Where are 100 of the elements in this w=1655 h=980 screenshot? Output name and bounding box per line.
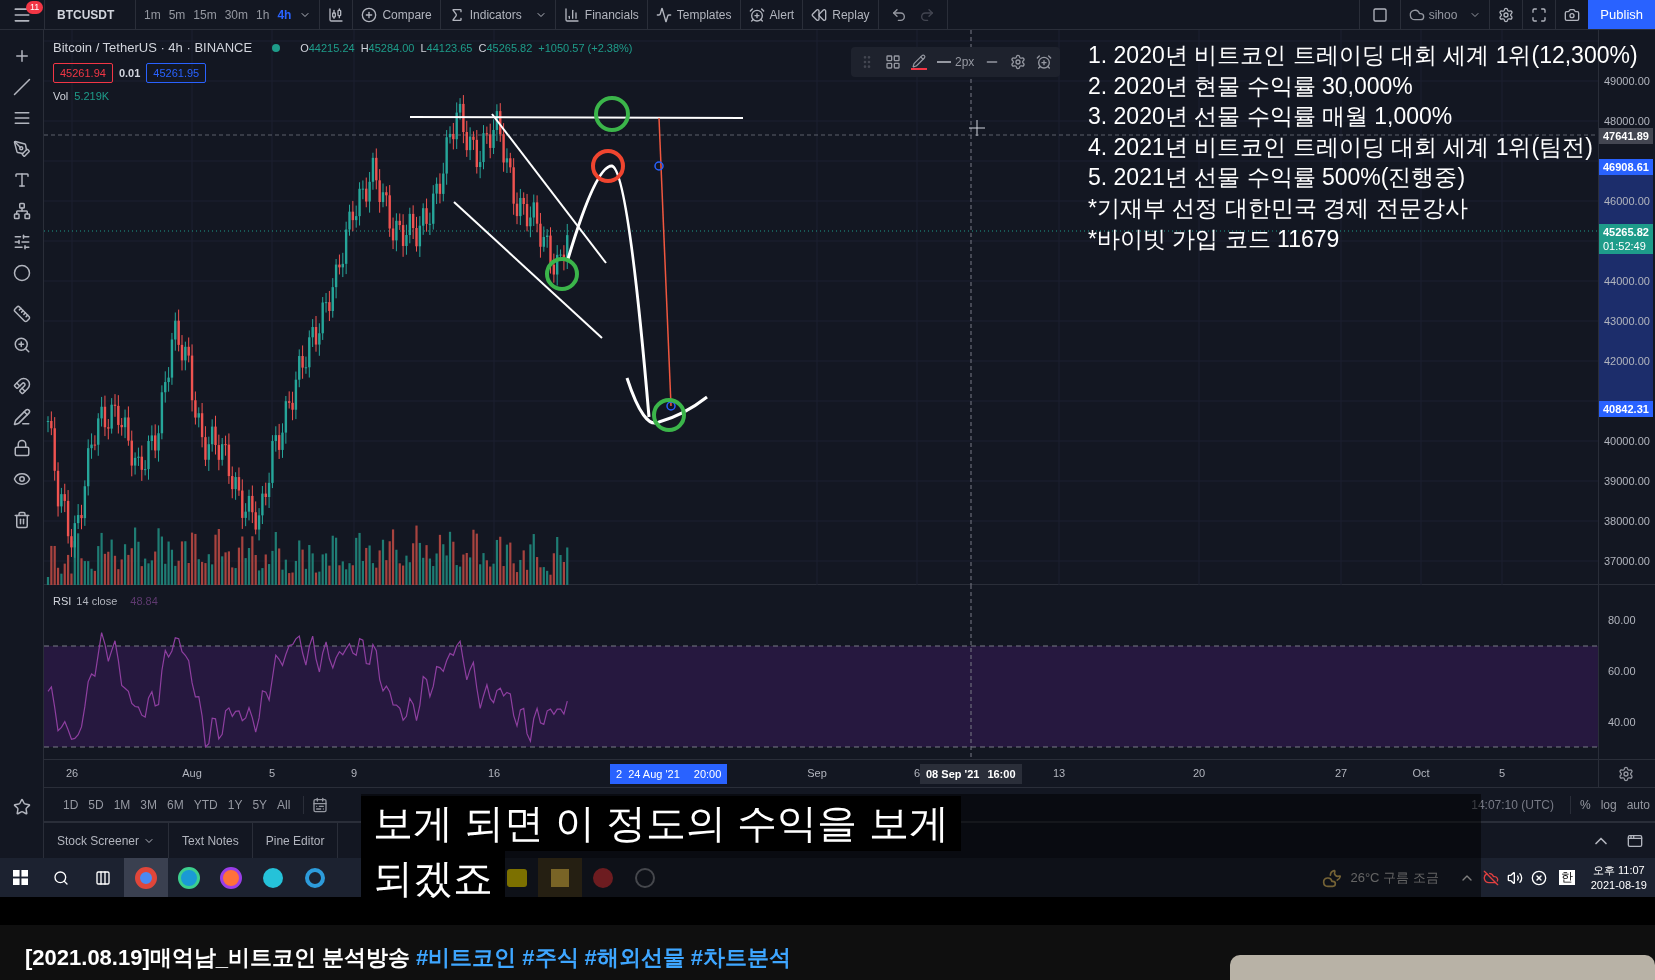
price-tick: 37000.00	[1604, 555, 1650, 567]
speaker-icon[interactable]	[1506, 869, 1523, 886]
zoom-icon[interactable]	[12, 335, 31, 354]
close-circle-icon[interactable]	[1530, 869, 1547, 886]
publish-button[interactable]: Publish	[1588, 0, 1655, 29]
interval-tab[interactable]: 15m	[193, 5, 217, 24]
time-tick: 6	[913, 767, 921, 780]
hashtag-link[interactable]: #주식	[522, 945, 579, 970]
alarm-clock-icon[interactable]	[1036, 54, 1053, 70]
ohlc-value: H45284.00	[360, 40, 415, 56]
circle-mark	[545, 257, 579, 291]
alarm-clock-icon	[748, 6, 765, 23]
spread-value: 0.01	[118, 65, 141, 81]
undo-icon[interactable]	[890, 6, 907, 23]
toolbar-button[interactable]: Templates	[647, 0, 740, 29]
camera-icon[interactable]	[1564, 6, 1581, 23]
settings-icon[interactable]	[1010, 54, 1027, 70]
ohlc-value: C45265.82	[478, 40, 533, 56]
layout-icon[interactable]	[1371, 6, 1388, 23]
hashtag-link[interactable]: #차트분석	[690, 945, 792, 970]
task-view-icon[interactable]	[95, 869, 111, 886]
hashtag-link[interactable]: #비트코인	[416, 945, 517, 970]
settings-icon[interactable]	[1618, 765, 1634, 782]
time-tick: 26	[65, 767, 79, 780]
ohlc-value: L44123.65	[420, 40, 473, 56]
range-button[interactable]: 6M	[162, 795, 189, 814]
weather-icon[interactable]	[1322, 867, 1343, 888]
price-tick: 49000.00	[1604, 75, 1650, 87]
candlestick-icon[interactable]	[328, 6, 345, 23]
circle-mark	[652, 398, 686, 432]
trash-icon[interactable]	[12, 510, 31, 529]
app-icon[interactable]	[263, 867, 283, 888]
windows-logo-icon[interactable]	[12, 870, 28, 885]
range-button[interactable]: 1M	[108, 795, 136, 814]
scale-option[interactable]: %	[1574, 795, 1596, 814]
pattern-icon[interactable]	[12, 201, 31, 220]
price-tick: 38000.00	[1604, 515, 1650, 527]
range-button[interactable]: YTD	[188, 795, 223, 814]
toolbar-button[interactable]: Compare	[353, 0, 440, 29]
ohlc-value: O44215.24	[300, 40, 355, 56]
scale-option[interactable]: log	[1595, 795, 1622, 814]
price-tick: 42000.00	[1604, 355, 1650, 367]
range-button[interactable]: 5Y	[247, 795, 273, 814]
browser-icon[interactable]	[305, 867, 325, 888]
scale-option[interactable]: auto	[1621, 795, 1655, 814]
magnet-icon[interactable]	[12, 376, 31, 395]
buy-price[interactable]: 45261.95	[146, 62, 207, 83]
grid-icon[interactable]	[885, 54, 901, 70]
rsi-tick: 40.00	[1608, 716, 1636, 728]
range-button[interactable]: 1D	[58, 795, 84, 814]
pencil-icon[interactable]	[911, 54, 927, 70]
window-icon[interactable]	[1627, 832, 1643, 849]
range-button[interactable]: 1Y	[222, 795, 248, 814]
calendar-icon[interactable]	[312, 796, 329, 813]
pencil-icon[interactable]	[12, 407, 31, 426]
user-menu[interactable]: sihoo	[1400, 0, 1490, 29]
text-icon[interactable]	[12, 170, 31, 189]
chart-line-icon	[655, 6, 672, 23]
time-tick: 16	[487, 767, 501, 780]
toolbar-button[interactable]: Replay	[803, 0, 878, 29]
ruler-icon[interactable]	[12, 304, 31, 323]
toolbar-button[interactable]: Financials	[555, 0, 647, 29]
browser-icon[interactable]	[178, 866, 200, 889]
chat-app-icon[interactable]	[507, 868, 527, 887]
sell-price[interactable]: 45261.94	[53, 62, 113, 83]
range-button[interactable]: All	[272, 795, 296, 814]
ime-indicator[interactable]: 한	[1558, 870, 1575, 885]
range-button[interactable]: 5D	[83, 795, 109, 814]
volume-label: Vol	[53, 89, 69, 104]
interval-tab[interactable]: 4h	[277, 5, 292, 24]
symbol-search[interactable]: BTCUSDT	[45, 5, 135, 24]
line-tool-icon[interactable]	[12, 77, 31, 96]
lock-icon[interactable]	[12, 438, 31, 457]
toolbar-button[interactable]: Alert	[740, 0, 803, 29]
indicator-params: 14 close	[76, 594, 118, 609]
interval-tab[interactable]: 5m	[168, 5, 186, 24]
overlay-text: *바이빗 가입 코드 11679	[1088, 224, 1340, 254]
taskbar-clock[interactable]: 오후 11:07 2021-08-19	[1590, 862, 1647, 893]
fullscreen-icon[interactable]	[1531, 6, 1548, 23]
interval-tab[interactable]: 1m	[144, 5, 161, 24]
price-tick: 40000.00	[1604, 435, 1650, 447]
sliders-icon[interactable]	[12, 232, 31, 251]
indicator-value: 48.84	[130, 594, 158, 609]
rsi-tick: 60.00	[1608, 665, 1636, 677]
price-label: 40842.31	[1599, 401, 1653, 417]
search-icon[interactable]	[53, 869, 69, 886]
pen-icon[interactable]	[12, 139, 31, 158]
hashtag-link[interactable]: #해외선물	[584, 945, 685, 970]
star-icon[interactable]	[12, 798, 31, 816]
notes-app-icon[interactable]	[551, 868, 569, 887]
cloud-icon[interactable]	[1482, 869, 1499, 886]
toolbar-button[interactable]: Indicators	[440, 0, 555, 29]
browser-icon[interactable]	[220, 866, 242, 889]
range-button[interactable]: 3M	[135, 795, 163, 814]
circle-icon[interactable]	[12, 263, 31, 282]
overlay-text: *기재부 선정 대한민국 경제 전문강사	[1088, 193, 1468, 223]
interval-tab[interactable]: 1h	[256, 5, 270, 24]
line-width-button[interactable]: 2px	[937, 53, 975, 71]
settings-icon[interactable]	[1498, 6, 1515, 23]
interval-tab[interactable]: 30m	[224, 5, 249, 24]
